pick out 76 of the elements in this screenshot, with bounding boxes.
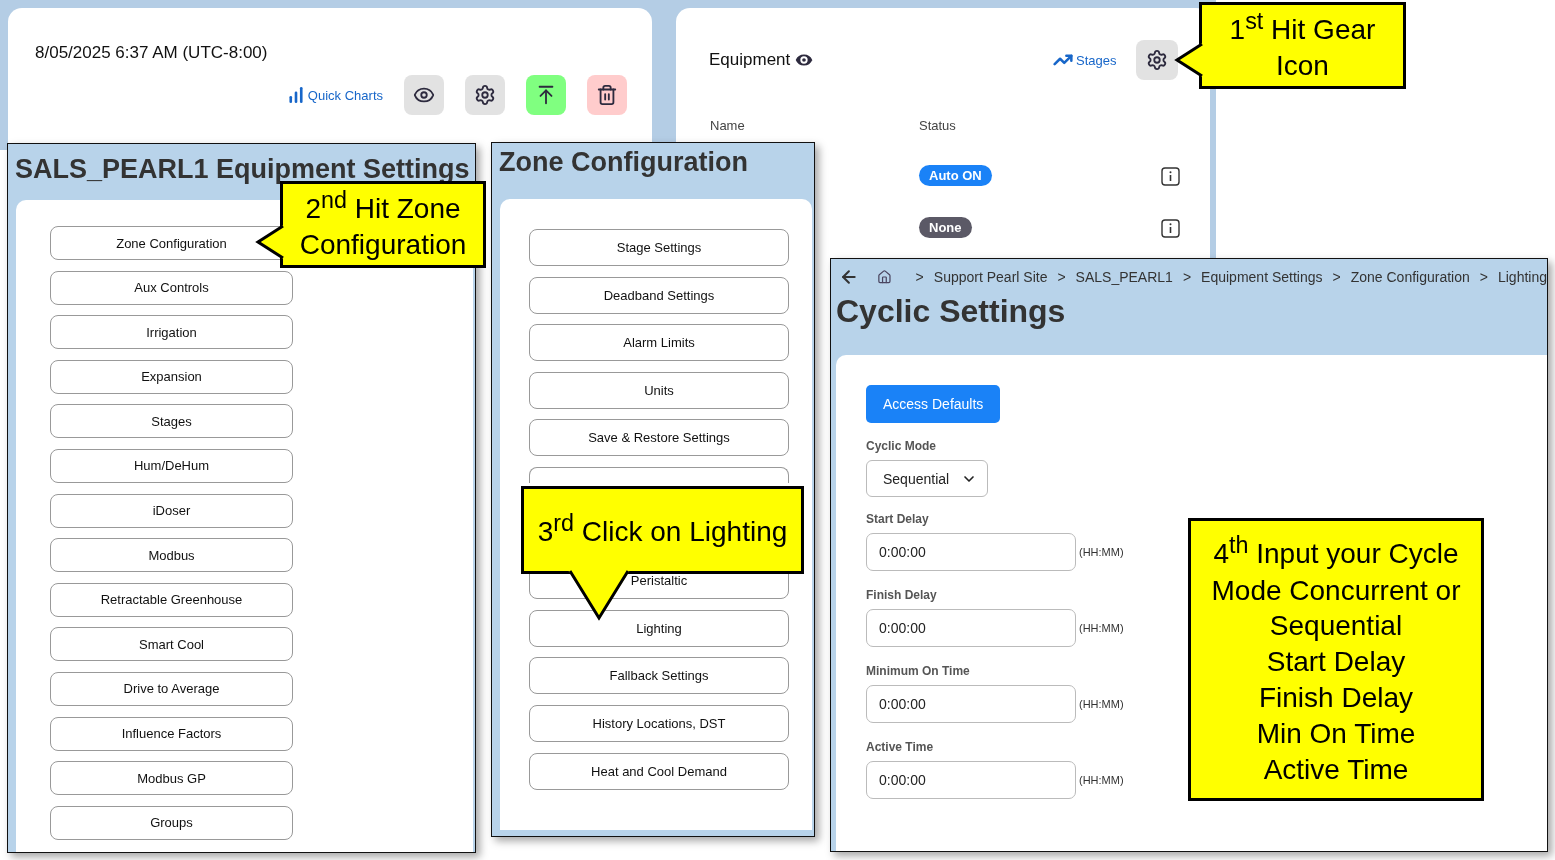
field-label: Active Time: [866, 740, 934, 754]
menu-button[interactable]: Fallback Settings: [529, 657, 789, 695]
view-button[interactable]: [404, 75, 444, 115]
menu-button-edge[interactable]: [529, 466, 789, 483]
menu-button[interactable]: Modbus GP: [50, 761, 293, 796]
menu-button[interactable]: Expansion: [50, 359, 293, 394]
menu-button[interactable]: Lighting: [529, 609, 789, 647]
menu-button[interactable]: History Locations, DST: [529, 704, 789, 742]
unit-label: (HH:MM): [1079, 698, 1124, 710]
breadcrumb-separator: >: [1182, 269, 1192, 285]
stages-link[interactable]: Stages: [1053, 50, 1117, 70]
callout: 4$^{th}$ Input your Cycle Mode Concurrent or Sequential Start Delay Finish Delay Min On Time Active Time: [1188, 518, 1484, 801]
breadcrumb-link[interactable]: Lighting: [1497, 269, 1547, 285]
callout-pointer: [257, 225, 284, 259]
column-header: Status: [919, 118, 956, 133]
upload-button[interactable]: [526, 75, 566, 115]
field-label: Cyclic Mode: [866, 439, 937, 453]
menu-button[interactable]: Hum/DeHum: [50, 448, 293, 483]
cyclic-mode-select[interactable]: Sequential: [866, 460, 988, 497]
status-badge: Auto ON: [919, 165, 992, 186]
menu-button[interactable]: Retractable Greenhouse: [50, 582, 293, 617]
quick-charts-link[interactable]: Quick Charts: [286, 86, 383, 104]
time-input[interactable]: 0:00:00: [866, 533, 1076, 571]
status-badge: None: [919, 217, 972, 238]
time-input[interactable]: 0:00:00: [866, 609, 1076, 647]
date-time: 8/05/2025 6:37 AM (UTC-8:00): [35, 43, 268, 63]
menu-button[interactable]: Save & Restore Settings: [529, 419, 789, 457]
breadcrumb-link[interactable]: Zone Configuration: [1350, 269, 1470, 285]
menu-button[interactable]: Units: [529, 371, 789, 409]
callout-pointer: [568, 570, 630, 622]
settings-button[interactable]: [1136, 40, 1179, 80]
bar-chart-icon: [286, 86, 305, 104]
menu-button[interactable]: Aux Controls: [50, 270, 293, 305]
trash-icon: [596, 84, 618, 106]
home-icon[interactable]: [876, 268, 892, 286]
field-label: Start Delay: [866, 512, 929, 526]
info-icon[interactable]: [1161, 219, 1180, 238]
settings-button[interactable]: [465, 75, 505, 115]
menu-button[interactable]: Drive to Average: [50, 671, 293, 706]
menu-button[interactable]: Influence Factors: [50, 716, 293, 751]
menu-button[interactable]: Stage Settings: [529, 229, 789, 266]
menu-button[interactable]: Modbus: [50, 538, 293, 573]
field-label: Finish Delay: [866, 588, 937, 602]
settings-icon: [1146, 49, 1169, 71]
equipment-title: Equipment: [709, 50, 791, 70]
menu-button[interactable]: iDoser: [50, 493, 293, 528]
breadcrumb-link[interactable]: SALS_PEARL1: [1075, 269, 1173, 285]
time-input[interactable]: 0:00:00: [866, 685, 1076, 723]
menu-button[interactable]: Smart Cool: [50, 627, 293, 662]
unit-label: (HH:MM): [1079, 774, 1124, 786]
menu-button[interactable]: Stages: [50, 404, 293, 439]
menu-button[interactable]: Alarm Limits: [529, 324, 789, 362]
breadcrumb-separator: >: [915, 269, 924, 285]
breadcrumb-separator: >: [1332, 269, 1341, 285]
panel-title: Zone Configuration: [498, 146, 749, 179]
callout-pointer: [1176, 43, 1203, 77]
info-icon[interactable]: [1161, 167, 1180, 186]
menu-button[interactable]: Irrigation: [50, 315, 293, 350]
menu-button[interactable]: Deadband Settings: [529, 276, 789, 314]
column-header: Name: [710, 118, 745, 133]
unit-label: (HH:MM): [1079, 622, 1124, 634]
delete-button[interactable]: [587, 75, 627, 115]
breadcrumb-link[interactable]: Support Pearl Site: [933, 269, 1048, 285]
page-title: Cyclic Settings: [835, 292, 1067, 331]
callout: 1$^{st}$ Hit Gear Icon: [1199, 2, 1406, 89]
field-label: Minimum On Time: [866, 664, 970, 678]
access-defaults-button[interactable]: Access Defaults: [866, 385, 1001, 423]
callout: 2$^{nd}$ Hit Zone Configuration: [280, 181, 486, 268]
settings-icon: [474, 84, 496, 106]
unit-label: (HH:MM): [1079, 546, 1124, 558]
time-input[interactable]: 0:00:00: [866, 761, 1076, 799]
breadcrumb-separator: >: [1479, 269, 1488, 285]
breadcrumb-separator: >: [1057, 269, 1066, 285]
menu-button[interactable]: Groups: [50, 805, 293, 840]
menu-button[interactable]: Heat and Cool Demand: [529, 752, 789, 790]
breadcrumb-link[interactable]: Equipment Settings: [1201, 269, 1323, 285]
